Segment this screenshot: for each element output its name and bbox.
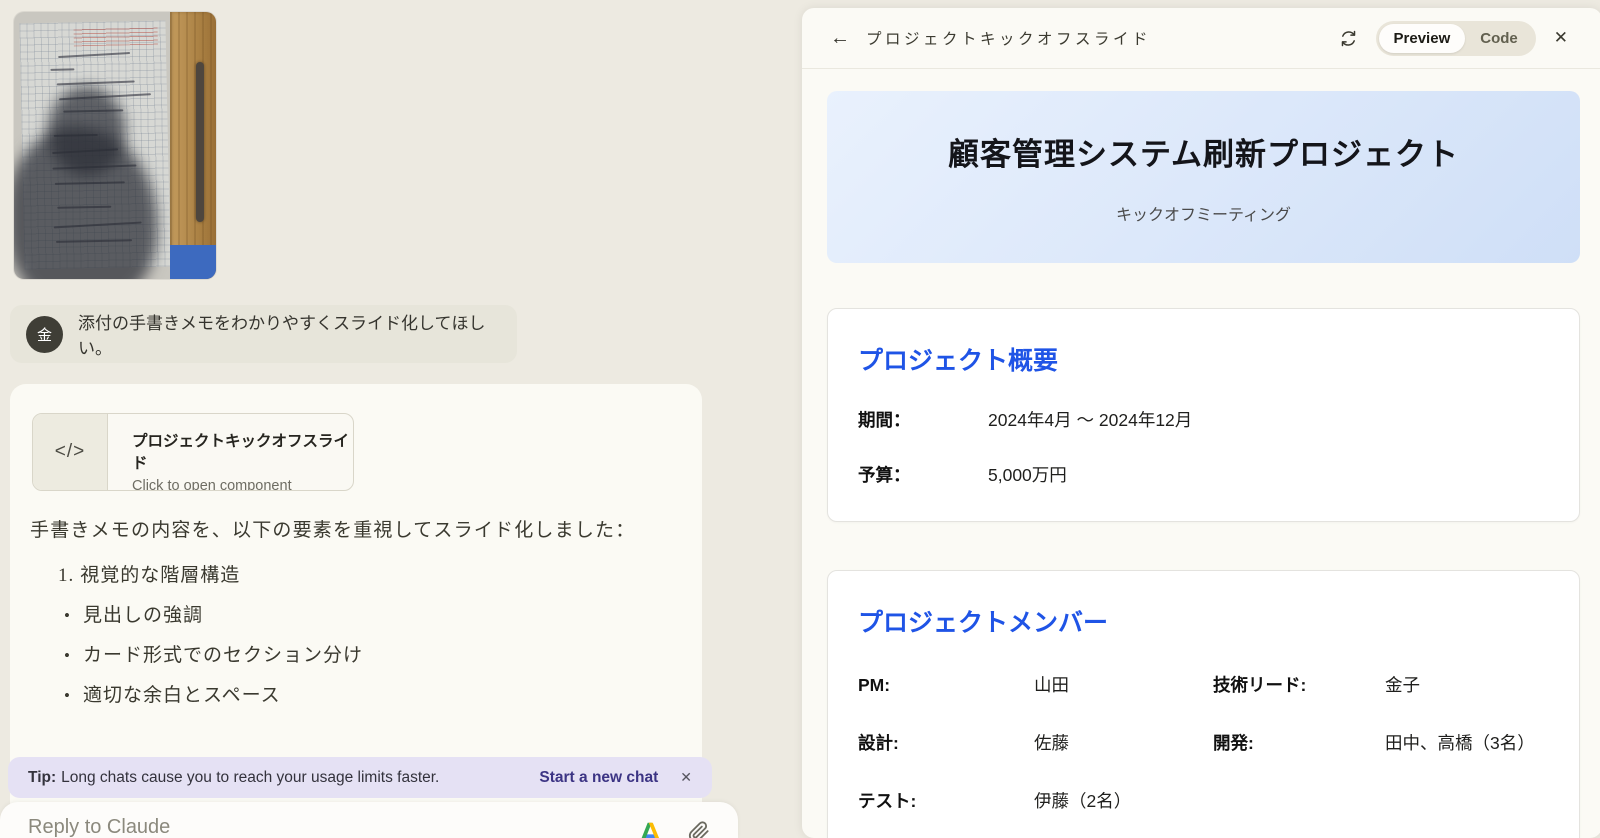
tip-text: Tip: Long chats cause you to reach your u… [28,769,439,787]
row-label: 予算： [858,462,988,487]
member-value: 田中、高橋（3名） [1385,730,1549,755]
user-avatar: 金 [26,316,63,353]
overview-heading: プロジェクト概要 [858,341,1549,377]
bullet-list-item: • 見出しの強調 [64,604,702,628]
member-label: テスト: [858,788,1034,813]
list-item-text: 見出しの強調 [83,604,203,628]
pen-object [196,62,204,222]
blue-object [170,245,216,279]
google-drive-icon[interactable] [640,821,662,838]
bullet-icon: • [64,684,71,708]
row-value: 5,000万円 [988,462,1067,487]
artifact-card[interactable]: </> プロジェクトキックオフスライド Click to open compon… [32,413,354,491]
tip-message: Long chats cause you to reach your usage… [61,769,439,786]
member-value: 伊藤（2名） [1034,788,1213,813]
slide-subtitle: キックオフミーティング [1116,201,1291,225]
response-intro: 手書きメモの内容を、以下の要素を重視してスライド化しました： [30,513,676,548]
reply-composer[interactable]: Reply to Claude [0,802,738,838]
slide-title-card: 顧客管理システム刷新プロジェクト キックオフミーティング [827,91,1580,263]
claude-app-window: 金 添付の手書きメモをわかりやすくスライド化してほしい。 </> プロジェクトキ… [0,0,1600,838]
member-label: 開発: [1213,730,1385,755]
attach-file-icon[interactable] [688,821,710,838]
close-icon[interactable]: ✕ [680,769,692,786]
list-number: 1. [58,564,74,588]
member-label: 設計: [858,730,1034,755]
attached-image-thumbnail[interactable] [14,12,216,279]
list-item-text: 視覚的な階層構造 [80,564,240,588]
row-label: 期間： [858,407,988,432]
tab-code[interactable]: Code [1465,24,1533,53]
slide-title: 顧客管理システム刷新プロジェクト [948,129,1459,174]
numbered-list-item: 1. 視覚的な階層構造 [58,564,702,588]
artifact-card-subtitle: Click to open component [132,478,353,491]
code-icon: </> [33,414,108,490]
close-icon[interactable]: ✕ [1554,28,1568,48]
member-label: PM: [858,675,1034,696]
member-value: 佐藤 [1034,730,1213,755]
members-heading: プロジェクトメンバー [858,603,1549,639]
tip-prefix: Tip: [28,769,56,786]
artifact-card-meta: プロジェクトキックオフスライド Click to open component [108,414,353,490]
refresh-icon[interactable] [1339,29,1358,48]
tip-banner: Tip: Long chats cause you to reach your u… [8,757,712,798]
list-item-text: カード形式でのセクション分け [83,644,363,668]
calendar-print [74,27,158,47]
photographer-shadow [14,125,159,279]
composer-placeholder: Reply to Claude [28,816,170,838]
notebook-photo [19,20,170,269]
tab-preview[interactable]: Preview [1379,24,1466,53]
overview-card: プロジェクト概要 期間： 2024年4月 ～ 2024年12月 予算： 5,00… [827,308,1580,522]
assistant-response-text: 手書きメモの内容を、以下の要素を重視してスライド化しました： 1. 視覚的な階層… [10,513,702,708]
artifact-card-title: プロジェクトキックオフスライド [132,429,353,473]
back-icon[interactable]: ← [830,27,850,50]
composer-actions [640,821,710,838]
overview-row: 予算： 5,000万円 [858,462,1549,487]
preview-code-toggle: Preview Code [1376,21,1536,56]
user-message: 金 添付の手書きメモをわかりやすくスライド化してほしい。 [10,305,517,363]
start-new-chat-link[interactable]: Start a new chat [539,769,658,787]
member-value: 金子 [1385,672,1549,697]
artifact-title: プロジェクトキックオフスライド [866,27,1151,49]
members-grid: PM: 山田 技術リード: 金子 設計: 佐藤 開発: 田中、高橋（3名） テス… [858,672,1549,813]
user-message-text: 添付の手書きメモをわかりやすくスライド化してほしい。 [78,309,501,359]
artifact-panel: ← プロジェクトキックオフスライド Preview Code ✕ 顧客管理システ… [802,8,1600,838]
list-item-text: 適切な余白とスペース [83,684,281,708]
bullet-list-item: • 適切な余白とスペース [64,684,702,708]
slide-preview: 顧客管理システム刷新プロジェクト キックオフミーティング プロジェクト概要 期間… [802,69,1600,838]
artifact-panel-header: ← プロジェクトキックオフスライド Preview Code ✕ [802,8,1600,69]
overview-row: 期間： 2024年4月 ～ 2024年12月 [858,407,1549,432]
member-label: 技術リード: [1213,672,1385,697]
bullet-list-item: • カード形式でのセクション分け [64,644,702,668]
row-value: 2024年4月 ～ 2024年12月 [988,407,1192,432]
wooden-desk [170,12,216,279]
member-value: 山田 [1034,672,1213,697]
members-card: プロジェクトメンバー PM: 山田 技術リード: 金子 設計: 佐藤 開発: 田… [827,570,1580,838]
bullet-icon: • [64,604,71,628]
bullet-icon: • [64,644,71,668]
